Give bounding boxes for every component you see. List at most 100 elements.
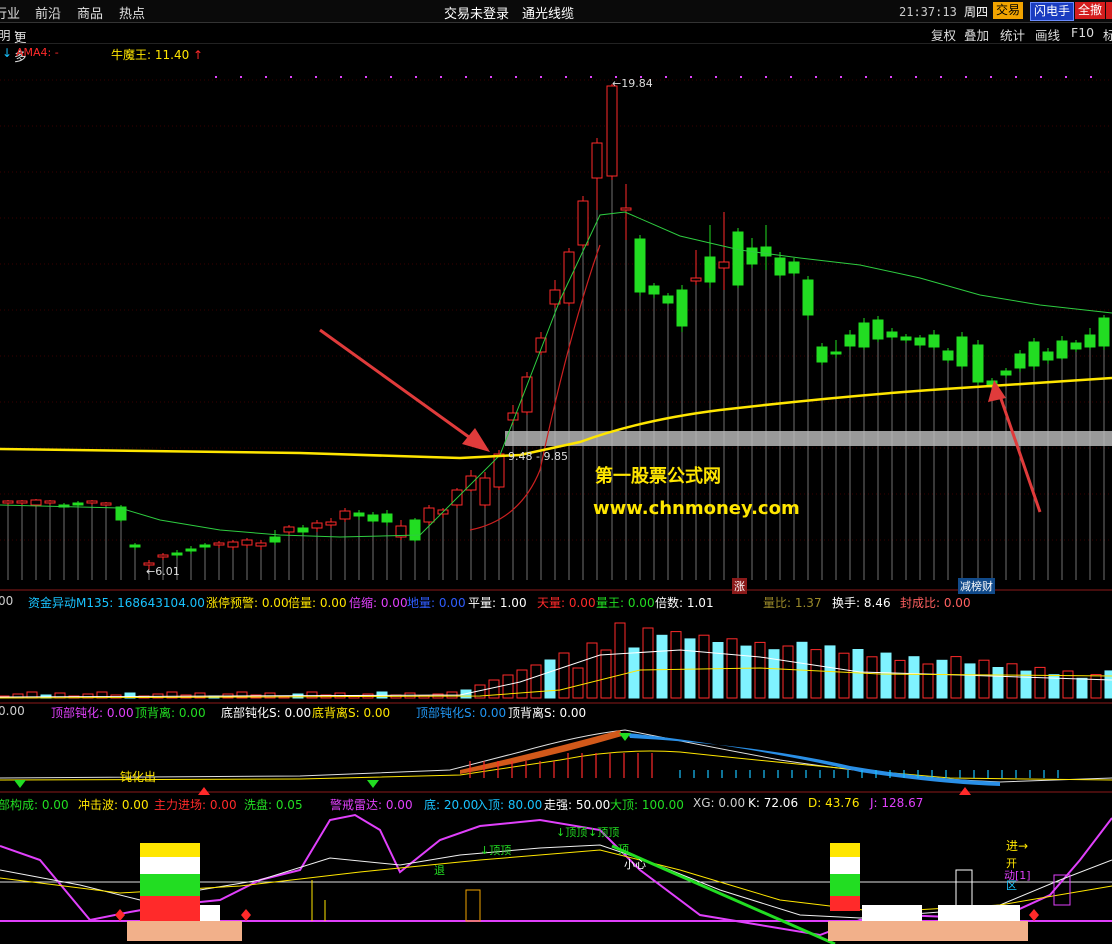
marker-dot xyxy=(315,76,317,78)
kdj-item-8: 大顶: 100.00 xyxy=(610,798,684,812)
candle-body xyxy=(1098,317,1110,347)
signal-block xyxy=(862,905,922,921)
volume-bar xyxy=(1034,666,1046,699)
watermark-url: www.chnmoney.com xyxy=(593,498,800,519)
signal-stack-right xyxy=(830,857,860,874)
marker-dot xyxy=(1015,76,1017,78)
candle-body xyxy=(1070,342,1082,350)
candle-body xyxy=(956,336,968,367)
volume-bar xyxy=(1076,677,1088,699)
volume-bar xyxy=(992,667,1004,699)
limit-up-tag[interactable]: 涨 xyxy=(732,578,747,594)
candle-body xyxy=(129,544,141,548)
candle-body xyxy=(606,85,618,177)
signal-stack-right xyxy=(830,896,860,911)
candle-body xyxy=(283,526,295,533)
vol-item-8: 量王: 0.00 xyxy=(596,596,655,610)
marker-dot xyxy=(715,76,717,78)
candle-body xyxy=(872,319,884,340)
candle-body xyxy=(914,337,926,346)
marker-dot xyxy=(740,76,742,78)
candle-body xyxy=(227,541,239,548)
vol-item-4: 倍缩: 0.00 xyxy=(349,596,408,610)
macd-dif xyxy=(0,729,1112,783)
volume-bar xyxy=(964,663,976,699)
volume-bar xyxy=(516,669,528,699)
candle-body xyxy=(72,502,84,506)
candle-body xyxy=(185,548,197,552)
kdj-item-2: 主力进场: 0.00 xyxy=(154,798,237,812)
candle-body xyxy=(171,552,183,556)
marker-dot xyxy=(765,76,767,78)
candle-body xyxy=(563,251,575,304)
candle-body xyxy=(269,536,281,543)
kdj-item-5: 底: 20.00 xyxy=(424,798,479,812)
vol-item-0: 00 xyxy=(0,594,14,608)
candle-body xyxy=(928,334,940,348)
kdj-item-10: K: 72.06 xyxy=(748,796,799,810)
volume-bar xyxy=(838,652,850,699)
volume-bar xyxy=(530,664,542,699)
diamond-marker xyxy=(1029,909,1039,921)
gap-price-label: 9.48 - 9.85 xyxy=(508,450,568,463)
candle-body xyxy=(900,336,912,341)
marker-dot xyxy=(565,76,567,78)
volume-bar xyxy=(1104,670,1112,699)
volume-bar xyxy=(642,627,654,699)
marker-dot xyxy=(440,76,442,78)
candle-body xyxy=(423,507,435,523)
marker-dot xyxy=(840,76,842,78)
volume-bar xyxy=(1062,670,1074,699)
vol-item-10: 量比: 1.37 xyxy=(763,596,822,610)
marker-dot xyxy=(790,76,792,78)
vol-item-5: 地量: 0.00 xyxy=(407,596,466,610)
kdj-item-3: 洗盘: 0.05 xyxy=(244,798,303,812)
candle-body xyxy=(241,539,253,546)
vol-item-2: 涨停预警: 0.00 xyxy=(206,596,289,610)
macd-item-4: 底背离S: 0.00 xyxy=(312,706,391,720)
ding-label-4: 顶 xyxy=(618,843,629,856)
marker-dot xyxy=(515,76,517,78)
candle-body xyxy=(591,142,603,179)
candle-body xyxy=(844,334,856,347)
marker-dot xyxy=(665,76,667,78)
marker-dot xyxy=(815,76,817,78)
vol-item-1: 资金异动M135: 168643104.00 xyxy=(28,596,205,610)
macd-item-6: 顶背离S: 0.00 xyxy=(508,706,587,720)
dragon-tiger-tag[interactable]: 减榜财 xyxy=(958,578,995,594)
candle-body xyxy=(690,277,702,282)
volume-bar xyxy=(684,638,696,699)
volume-bar xyxy=(740,645,752,699)
candle-body xyxy=(100,502,112,506)
volume-bar xyxy=(922,663,934,699)
volume-bar xyxy=(698,634,710,699)
candle-body xyxy=(972,344,984,383)
green-triangle-marker xyxy=(367,780,379,788)
volume-bar xyxy=(950,656,962,699)
volume-bar xyxy=(656,634,668,699)
candle-body xyxy=(830,351,842,355)
volume-bar xyxy=(754,641,766,699)
marker-dot xyxy=(1040,76,1042,78)
macd-item-2: 顶背离: 0.00 xyxy=(135,706,206,720)
marker-dot xyxy=(540,76,542,78)
zone-label: 区 xyxy=(1006,879,1017,892)
outline-bar xyxy=(955,869,973,907)
candle-body xyxy=(1056,340,1068,359)
macd-dea xyxy=(0,750,1112,781)
vol-item-7: 天量: 0.00 xyxy=(537,596,596,610)
macd-blue-band xyxy=(628,733,1000,786)
volume-bar xyxy=(1090,674,1102,699)
volume-bar xyxy=(544,659,556,699)
green-triangle-marker xyxy=(619,733,631,741)
volume-bar xyxy=(880,652,892,699)
signal-base-block xyxy=(127,921,242,941)
candle-body xyxy=(381,513,393,523)
candle-body xyxy=(886,331,898,338)
signal-stack-right xyxy=(830,843,860,857)
signal-stack-right xyxy=(830,874,860,896)
kdj-item-1: 冲击波: 0.00 xyxy=(78,798,149,812)
volume-bar xyxy=(600,649,612,699)
marker-dot xyxy=(265,76,267,78)
vol-item-12: 封成比: 0.00 xyxy=(900,596,971,610)
